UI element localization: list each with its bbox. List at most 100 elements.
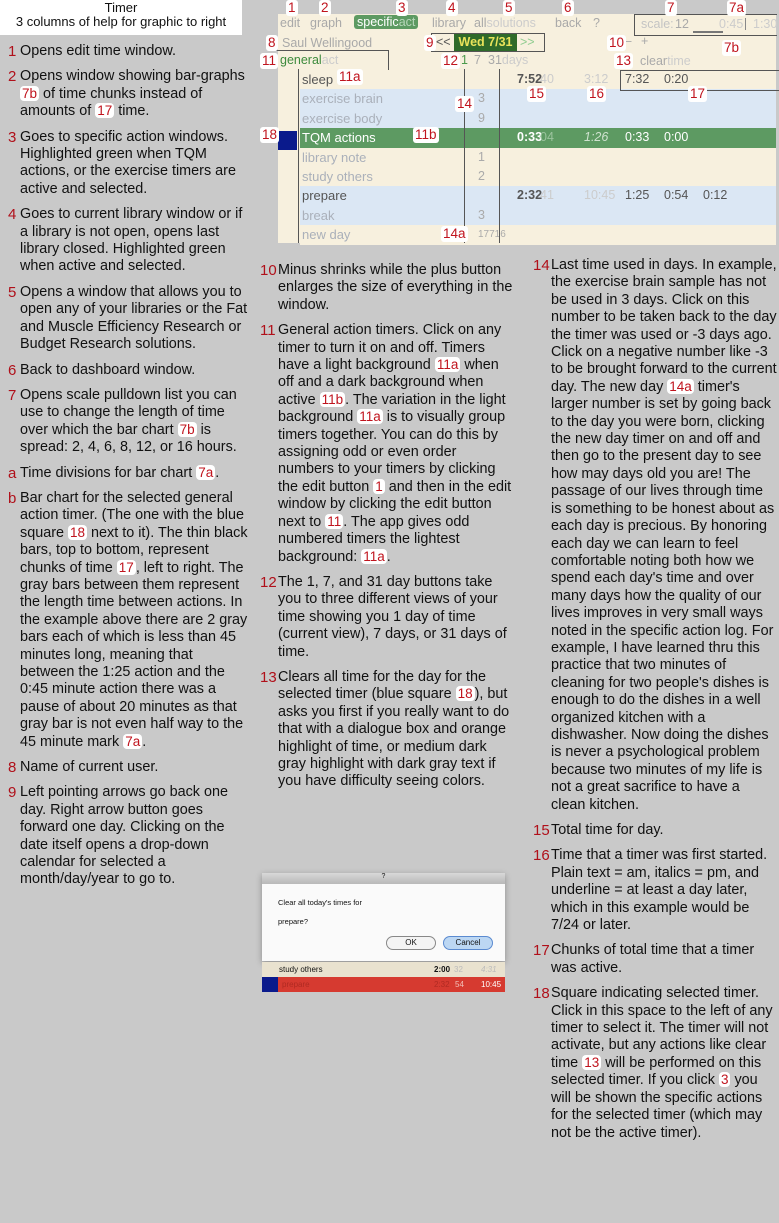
reference-badge: 13: [582, 1054, 602, 1070]
item-number: 10: [260, 262, 277, 279]
help-text: Opens window showing bar-graphs: [20, 68, 245, 85]
timer-row[interactable]: exercise body 9: [300, 108, 776, 129]
day-7-button[interactable]: 7: [474, 53, 481, 67]
clear-time-button[interactable]: cleartime: [640, 54, 691, 68]
item-number: 1: [8, 43, 17, 60]
item-number: 12: [260, 573, 277, 591]
timers-left-border: [298, 69, 299, 243]
library-button[interactable]: library: [432, 16, 466, 30]
reference-badge: 11: [325, 513, 344, 529]
cancel-button[interactable]: Cancel: [443, 936, 493, 950]
help-text: Opens edit time window.: [20, 43, 176, 59]
ok-button[interactable]: OK: [386, 936, 436, 950]
help-item-a: a Time divisions for bar chart 7a.: [8, 464, 248, 482]
callout-label-10: 10: [607, 35, 627, 51]
dialog-titlebar: ?: [262, 873, 505, 884]
item-number: 17: [533, 942, 550, 960]
reference-badge: 7a: [196, 464, 216, 480]
help-item-18: 18 Square indicating selected timer. Clic…: [533, 985, 777, 1142]
time-chunk: 0:54: [664, 188, 689, 203]
bar-chart-bar: [693, 31, 723, 33]
timer-name: study others: [302, 169, 373, 184]
help-text: Last time used in days. In example, the …: [551, 257, 777, 395]
help-button[interactable]: ?: [593, 16, 600, 30]
help-item-4: 4 Goes to current library window or if a …: [8, 206, 248, 276]
time-chunk: 0:12: [703, 188, 728, 203]
item-number: 2: [8, 68, 17, 86]
specific-act-button[interactable]: specificact: [354, 15, 419, 29]
callout-label-11: 11: [260, 53, 279, 69]
timer-name: exercise brain: [302, 91, 383, 107]
help-text: .: [142, 733, 147, 750]
page-subtitle: 3 columns of help for graphic to right: [15, 14, 227, 29]
timer-row[interactable]: new day 17716: [300, 225, 776, 245]
timer-row[interactable]: study others 2: [300, 167, 776, 187]
timer-name: exercise body: [302, 110, 383, 126]
reference-badge: 14a: [667, 378, 694, 394]
callout-label-6: 6: [562, 0, 574, 16]
tick-mark: [745, 18, 746, 30]
callout-label-1: 1: [286, 0, 298, 16]
help-title-box: Timer 3 columns of help for graphic to r…: [0, 0, 242, 35]
help-column-3: 14 Last time used in days. In example, th…: [533, 257, 777, 1150]
time-chunk: 1:25: [625, 188, 650, 203]
reference-badge: 7a: [123, 733, 143, 749]
day-31-button[interactable]: 31days: [488, 53, 528, 67]
reference-badge: 1: [373, 478, 385, 494]
edit-button[interactable]: edit: [280, 16, 300, 30]
enlarge-button[interactable]: +: [641, 34, 648, 48]
reference-badge: 11a: [361, 548, 387, 564]
timer-row[interactable]: library note 1: [300, 147, 776, 168]
tick-1-30: 1:30: [753, 17, 778, 31]
total-seconds: 41: [540, 188, 554, 203]
item-number: 5: [8, 283, 17, 301]
total-seconds: 04: [540, 130, 554, 145]
callout-label-3: 3: [396, 0, 408, 16]
help-item-17: 17 Chunks of total time that a timer was …: [533, 942, 777, 977]
help-item-6: 6 Back to dashboard window.: [8, 362, 248, 379]
timer-row[interactable]: break 3: [300, 205, 776, 226]
graph-button[interactable]: graph: [310, 16, 342, 30]
help-text: Left pointing arrows go back one day. Ri…: [20, 784, 228, 888]
timer-row[interactable]: TQM actions 0:33 04 1:26 0:33 0:00: [300, 128, 776, 148]
help-item-10: 10 Minus shrinks while the plus button en…: [260, 262, 516, 314]
all-solutions-button[interactable]: allsolutions: [474, 16, 536, 30]
item-number: b: [8, 489, 17, 507]
help-column-2: 10 Minus shrinks while the plus button en…: [260, 262, 516, 799]
reference-badge: 11a: [357, 409, 383, 425]
reference-badge: 18: [455, 686, 475, 702]
date-button[interactable]: Wed 7/31: [454, 34, 517, 51]
callout-label-17: 17: [688, 86, 708, 102]
date-navigator: << Wed 7/31 >>: [431, 33, 545, 52]
total-time: 2:32: [517, 188, 543, 203]
day-1-button[interactable]: 1: [461, 53, 468, 67]
selected-timer-square: [262, 977, 278, 992]
help-text: Goes to current library window or if a l…: [20, 206, 243, 275]
selected-timer-square[interactable]: [278, 131, 297, 150]
clear-time-dialog: ? Clear all today's times for prepare? O…: [262, 873, 505, 961]
scale-pulldown[interactable]: scale: 12 0:45 1:30: [634, 14, 777, 36]
timer-name: prepare: [302, 188, 347, 204]
help-item-12: 12 The 1, 7, and 31 day buttons take you …: [260, 574, 516, 661]
callout-label-12: 12: [441, 53, 461, 69]
total-time: 0:33: [517, 130, 543, 145]
item-number: 8: [8, 759, 17, 777]
next-day-button[interactable]: >>: [520, 35, 535, 49]
back-button[interactable]: back: [555, 16, 581, 30]
timer-name: break: [302, 207, 335, 223]
timer-row[interactable]: prepare 2:32 41 10:45 1:25 0:54 0:12: [300, 186, 776, 206]
help-text: Chunks of total time that a timer was ac…: [551, 942, 755, 976]
callout-label-11b: 11b: [413, 127, 439, 143]
timer-name: library note: [302, 149, 367, 165]
callout-label-7b: 7b: [722, 40, 742, 56]
prev-day-button[interactable]: <<: [436, 35, 451, 49]
total-time: 7:52: [517, 72, 543, 86]
callout-label-8: 8: [266, 35, 278, 51]
help-text: time.: [114, 103, 150, 120]
help-text: Goes to specific action windows. Highlig…: [20, 128, 236, 197]
item-number: 6: [8, 361, 17, 379]
dialog-row-study-others: study others 2:00 32 4:31: [262, 962, 505, 977]
total-seconds: 40: [540, 72, 554, 86]
help-item-3: 3 Goes to specific action windows. Highli…: [8, 129, 248, 199]
start-time: 10:45: [584, 188, 616, 203]
